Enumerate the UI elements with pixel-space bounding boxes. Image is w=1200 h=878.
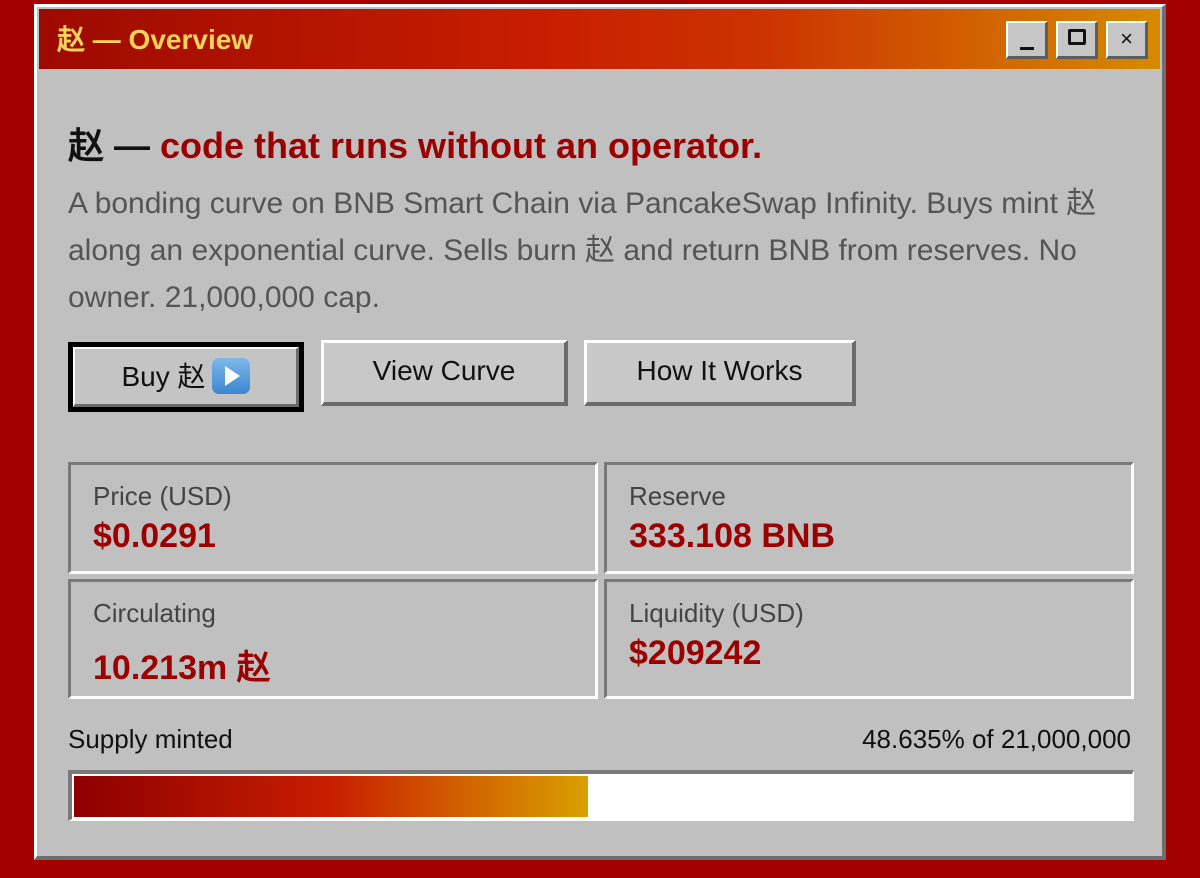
circulating-value: 10.213m 赵 [93, 649, 271, 687]
minimize-icon [1020, 47, 1034, 50]
reserve-label: Reserve [629, 481, 726, 511]
description: A bonding curve on BNB Smart Chain via P… [68, 187, 1097, 314]
supply-summary: 48.635% of 21,000,000 [862, 724, 1131, 754]
page-title: 赵 — code that runs without an operator. [68, 117, 762, 169]
liquidity-label: Liquidity (USD) [629, 598, 804, 628]
window-title: 赵 — Overview [57, 24, 254, 55]
maximize-button[interactable] [1056, 21, 1098, 59]
buy-button[interactable]: Buy 赵 [68, 342, 304, 412]
buy-button-label: Buy 赵 [121, 361, 206, 392]
price-stat: Price (USD) $0.0291 [68, 462, 598, 574]
close-icon: × [1120, 26, 1133, 51]
liquidity-value: $209242 [629, 634, 762, 672]
price-label: Price (USD) [93, 481, 232, 511]
supply-label: Supply minted [68, 724, 233, 754]
play-button-icon [211, 357, 250, 394]
minimize-button[interactable] [1006, 21, 1048, 59]
how-it-works-button[interactable]: How It Works [584, 340, 856, 406]
maximize-icon [1068, 29, 1086, 45]
token-symbol: 赵 [68, 125, 105, 166]
view-curve-button[interactable]: View Curve [321, 340, 568, 406]
reserve-stat: Reserve 333.108 BNB [604, 462, 1134, 574]
circulating-stat: Circulating 10.213m 赵 [68, 579, 598, 699]
liquidity-stat: Liquidity (USD) $209242 [604, 579, 1134, 699]
price-value: $0.0291 [93, 517, 216, 555]
reserve-value: 333.108 BNB [629, 517, 836, 555]
overview-window: 赵 — Overview × 赵 — code that runs withou… [34, 4, 1166, 860]
supply-progress-fill [74, 776, 588, 817]
title-dash: — [104, 125, 161, 166]
tagline: code that runs without an operator. [160, 125, 763, 166]
title-bar[interactable]: 赵 — Overview × [39, 9, 1160, 69]
supply-progress-bar [68, 770, 1134, 821]
close-button[interactable]: × [1106, 21, 1148, 59]
circulating-label: Circulating [93, 598, 216, 628]
